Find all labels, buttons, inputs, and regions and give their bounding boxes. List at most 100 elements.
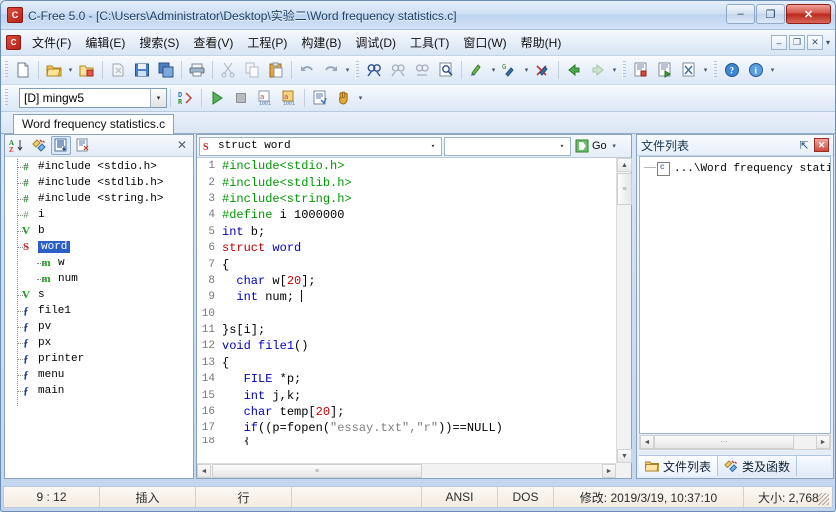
tree-item-define-i[interactable]: # i xyxy=(5,207,193,223)
rebuild-button[interactable] xyxy=(532,59,554,81)
tree-item-struct-word[interactable]: S word xyxy=(5,239,193,255)
build-button[interactable]: G xyxy=(499,59,521,81)
scroll-left-icon[interactable]: ◄ xyxy=(197,464,211,478)
show-declarations-icon[interactable] xyxy=(51,136,71,155)
code-text-area[interactable]: 1 #include<stdio.h> 2 #include<stdlib.h> 3… xyxy=(197,158,631,478)
build-dropdown-icon[interactable]: ▾ xyxy=(522,66,531,74)
menu-help[interactable]: 帮助(H) xyxy=(514,31,569,54)
clear-bookmarks-button[interactable] xyxy=(678,59,700,81)
resize-grip-icon[interactable] xyxy=(817,493,829,505)
horizontal-scroll-thumb[interactable]: ≡ xyxy=(212,464,422,478)
paste-button[interactable] xyxy=(265,59,287,81)
open-file-dropdown-icon[interactable]: ▾ xyxy=(66,66,75,74)
cut-button[interactable] xyxy=(217,59,239,81)
mdi-minimize-button[interactable]: – xyxy=(770,35,787,50)
pause-hand-button[interactable] xyxy=(333,87,355,109)
redo-button[interactable] xyxy=(320,59,342,81)
minimize-button[interactable]: – xyxy=(726,4,755,24)
about-button[interactable]: i xyxy=(745,59,767,81)
find-previous-button[interactable] xyxy=(411,59,433,81)
pin-icon[interactable]: ⇱ xyxy=(797,138,811,152)
compile-button[interactable] xyxy=(466,59,488,81)
menu-debug[interactable]: 调试(D) xyxy=(348,31,403,54)
help-dropdown-icon[interactable]: ▾ xyxy=(768,66,777,74)
sort-alphabetical-icon[interactable]: AZ xyxy=(7,136,27,155)
mdi-close-button[interactable]: ✕ xyxy=(806,35,823,50)
horizontal-scroll-thumb[interactable]: ⋯ xyxy=(654,435,794,449)
run-button[interactable] xyxy=(206,87,228,109)
menu-edit[interactable]: 编辑(E) xyxy=(78,31,132,54)
member-select[interactable]: ▾ xyxy=(444,136,571,156)
tree-item-variable-s[interactable]: V s xyxy=(5,287,193,303)
chevron-down-icon[interactable]: ▾ xyxy=(610,142,619,150)
bookmark-toggle-button[interactable] xyxy=(630,59,652,81)
maximize-button[interactable]: ❐ xyxy=(756,4,785,24)
symbol-tree[interactable]: # #include <stdio.h> # #include <stdlib.… xyxy=(5,157,193,478)
tree-item-function-pv[interactable]: ƒ pv xyxy=(5,319,193,335)
menu-build[interactable]: 构建(B) xyxy=(294,31,348,54)
tree-item-function-printer[interactable]: ƒ printer xyxy=(5,351,193,367)
save-button[interactable] xyxy=(131,59,153,81)
menu-file[interactable]: 文件(F) xyxy=(25,31,78,54)
copy-button[interactable] xyxy=(241,59,263,81)
tree-item-function-main[interactable]: ƒ main xyxy=(5,383,193,399)
compiler-options-button[interactable]: DR xyxy=(175,87,197,109)
tab-classes-functions[interactable]: 类及函数 xyxy=(718,456,798,476)
compile-dropdown-icon[interactable]: ▾ xyxy=(489,66,498,74)
tree-item-function-px[interactable]: ƒ px xyxy=(5,335,193,351)
menu-window[interactable]: 窗口(W) xyxy=(456,31,513,54)
debug-dropdown-icon[interactable]: ▾ xyxy=(356,94,365,102)
tree-item-include-stdlib[interactable]: # #include <stdlib.h> xyxy=(5,175,193,191)
file-list-horizontal-scrollbar[interactable]: ◄ ⋯ ► xyxy=(639,435,831,450)
mdi-restore-button[interactable]: ❐ xyxy=(788,35,805,50)
tree-item-variable-b[interactable]: V b xyxy=(5,223,193,239)
new-file-button[interactable] xyxy=(12,59,34,81)
tab-word-frequency-statistics[interactable]: Word frequency statistics.c xyxy=(13,114,175,135)
step-over-button[interactable]: a 1001 xyxy=(278,87,300,109)
mdi-overflow-icon[interactable]: ▾ xyxy=(826,38,830,47)
tree-item-member-w[interactable]: m w xyxy=(5,255,193,271)
toolbar-grip[interactable] xyxy=(713,61,717,79)
toolbar-grip[interactable] xyxy=(622,61,626,79)
scroll-right-icon[interactable]: ► xyxy=(602,464,616,478)
navigate-dropdown-icon[interactable]: ▾ xyxy=(610,66,619,74)
bookmark-dropdown-icon[interactable]: ▾ xyxy=(701,66,710,74)
tree-item-function-file1[interactable]: ƒ file1 xyxy=(5,303,193,319)
view-output-button[interactable] xyxy=(309,87,331,109)
go-button[interactable]: Go ▾ xyxy=(575,139,619,153)
menu-view[interactable]: 查看(V) xyxy=(186,31,240,54)
help-button[interactable]: ? xyxy=(721,59,743,81)
scope-select[interactable]: S struct word ▾ xyxy=(199,136,442,156)
menu-search[interactable]: 搜索(S) xyxy=(132,31,186,54)
editor-vertical-scrollbar[interactable]: ▲ ≡ ▼ xyxy=(616,158,632,463)
close-panel-icon[interactable]: ✕ xyxy=(175,138,189,152)
compiler-select[interactable]: [D] mingw5 ▾ xyxy=(19,88,167,108)
find-button[interactable] xyxy=(363,59,385,81)
vertical-scroll-thumb[interactable]: ≡ xyxy=(617,173,632,205)
file-list-item[interactable]: ┄┄ ...\Word frequency statis xyxy=(640,161,830,177)
open-file-button[interactable] xyxy=(43,59,65,81)
scroll-right-icon[interactable]: ► xyxy=(816,435,830,449)
tree-item-function-menu[interactable]: ƒ menu xyxy=(5,367,193,383)
menu-project[interactable]: 工程(P) xyxy=(240,31,294,54)
back-navigate-button[interactable] xyxy=(563,59,585,81)
toolbar-grip[interactable] xyxy=(355,61,359,79)
toolbar-grip[interactable] xyxy=(4,89,8,107)
stop-button[interactable] xyxy=(230,87,252,109)
group-by-type-icon[interactable] xyxy=(29,136,49,155)
tab-file-list[interactable]: 文件列表 xyxy=(639,456,719,476)
close-panel-icon[interactable]: ✕ xyxy=(814,138,829,152)
properties-icon[interactable] xyxy=(73,136,93,155)
scroll-down-icon[interactable]: ▼ xyxy=(617,449,632,463)
tree-item-include-string[interactable]: # #include <string.h> xyxy=(5,191,193,207)
chevron-down-icon[interactable]: ▾ xyxy=(150,89,166,107)
undo-button[interactable] xyxy=(296,59,318,81)
open-project-button[interactable] xyxy=(76,59,98,81)
save-all-button[interactable] xyxy=(155,59,177,81)
scroll-up-icon[interactable]: ▲ xyxy=(617,158,632,172)
forward-navigate-button[interactable] xyxy=(587,59,609,81)
next-bookmark-button[interactable] xyxy=(654,59,676,81)
tree-item-member-num[interactable]: m num xyxy=(5,271,193,287)
close-file-button[interactable] xyxy=(107,59,129,81)
toolbar-grip[interactable] xyxy=(4,61,8,79)
